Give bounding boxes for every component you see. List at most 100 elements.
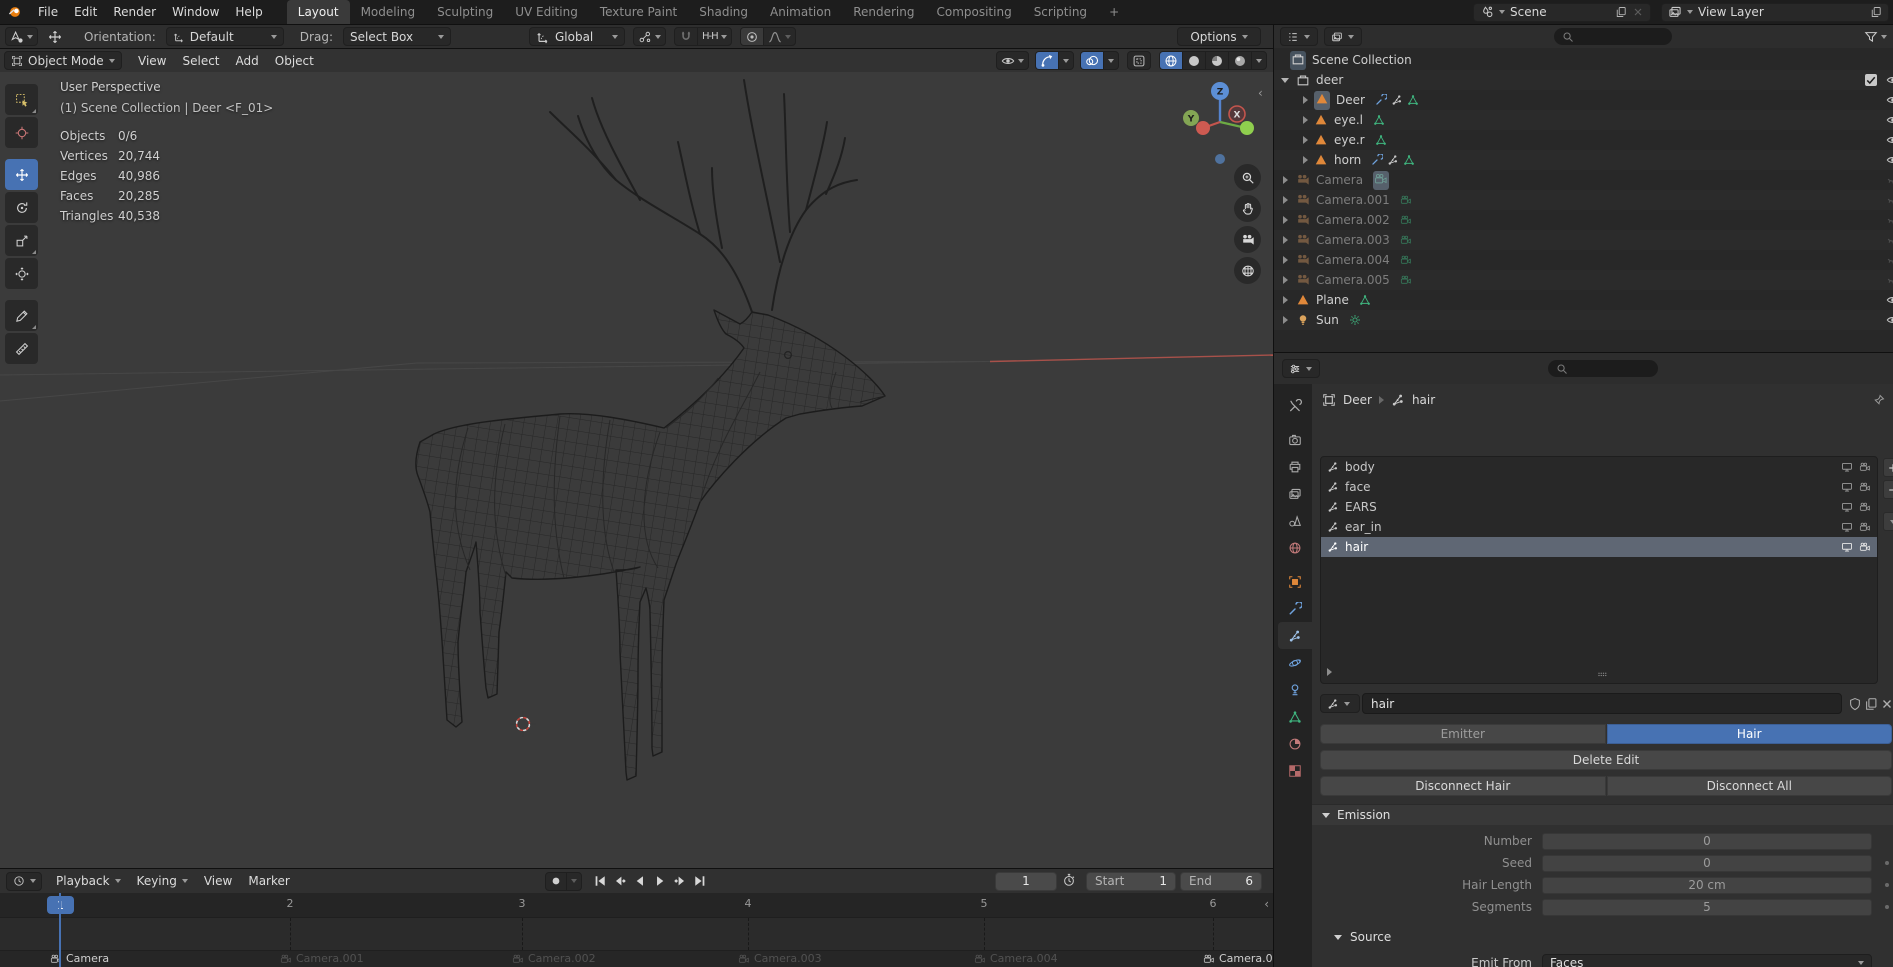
particle-settings-selector[interactable] (1320, 694, 1360, 713)
toggle-ortho-button[interactable] (1234, 257, 1261, 284)
list-item-face[interactable]: face (1321, 477, 1877, 497)
blender-logo-icon[interactable] (0, 5, 30, 19)
workspace-tab-compositing[interactable]: Compositing (925, 0, 1022, 24)
tab-view-layer[interactable] (1278, 480, 1312, 507)
timeline-collapse-arrow[interactable]: ‹ (1264, 897, 1269, 911)
timeline-editor-type[interactable] (6, 871, 42, 891)
proportional-falloff-dropdown[interactable] (764, 28, 795, 45)
render-visibility-icon[interactable] (1859, 461, 1871, 473)
marker-camera-4[interactable]: Camera.003 (738, 952, 822, 965)
outliner-row-eye-r[interactable]: eye.r (1274, 130, 1893, 150)
workspace-tab-animation[interactable]: Animation (759, 0, 842, 24)
viewport-visibility-icon[interactable] (1841, 481, 1853, 493)
workspace-tab-sculpting[interactable]: Sculpting (426, 0, 504, 24)
menu-file[interactable]: File (30, 2, 66, 22)
unlink-scene-icon[interactable] (1632, 6, 1644, 18)
workspace-tab-shading[interactable]: Shading (688, 0, 759, 24)
tool-rotate[interactable] (5, 192, 38, 223)
gizmo-dropdown[interactable] (1059, 52, 1073, 69)
hide-eye-closed-icon[interactable] (1886, 233, 1893, 247)
shading-material-button[interactable] (1206, 52, 1229, 69)
snap-increment[interactable]: H‑H (698, 28, 731, 45)
menu-object[interactable]: Object (267, 51, 322, 71)
show-gizmo-toggle[interactable] (1036, 52, 1059, 69)
timeline-marker-row[interactable]: Camera Camera.001 Camera.002 Camera.003 … (0, 950, 1273, 967)
hide-eye-icon[interactable] (1886, 73, 1893, 87)
transform-pivot-dropdown[interactable]: Global (528, 27, 625, 46)
playhead[interactable] (59, 893, 61, 967)
menu-help[interactable]: Help (227, 2, 270, 22)
hide-eye-closed-icon[interactable] (1886, 173, 1893, 187)
xray-toggle[interactable] (1128, 52, 1150, 69)
outliner-row-eye-l[interactable]: eye.l (1274, 110, 1893, 130)
marker-camera-6[interactable]: Camera.0 (1203, 952, 1273, 965)
prev-keyframe-button[interactable] (611, 873, 629, 890)
auto-keying-dropdown[interactable] (567, 873, 581, 890)
properties-editor-type[interactable] (1282, 359, 1320, 378)
hide-eye-icon[interactable] (1886, 313, 1893, 327)
move-gizmo-icon[interactable] (44, 27, 66, 46)
active-tool-selector[interactable] (5, 27, 38, 46)
outliner-row-scene-collection[interactable]: Scene Collection (1274, 50, 1893, 70)
breadcrumb-system[interactable]: hair (1412, 393, 1435, 407)
hide-eye-closed-icon[interactable] (1886, 273, 1893, 287)
proportional-editing-toggle[interactable] (740, 28, 764, 45)
render-visibility-icon[interactable] (1859, 541, 1871, 553)
viewport-visibility-icon[interactable] (1841, 541, 1853, 553)
timeline-ruler[interactable]: 1 2 3 4 5 6 ‹ (0, 893, 1273, 917)
viewport-visibility-icon[interactable] (1841, 461, 1853, 473)
overlays-dropdown[interactable] (1104, 52, 1118, 69)
render-visibility-icon[interactable] (1859, 501, 1871, 513)
timeline-track-area[interactable] (0, 917, 1273, 950)
outliner-row-camera-004[interactable]: Camera.004 (1274, 250, 1893, 270)
outliner-row-camera-002[interactable]: Camera.002 (1274, 210, 1893, 230)
orientation-dropdown[interactable]: Default (165, 27, 284, 46)
scene-selector[interactable]: Scene (1473, 2, 1651, 22)
3d-viewport[interactable]: User Perspective (1) Scene Collection | … (0, 72, 1273, 868)
list-item-ear-in[interactable]: ear_in (1321, 517, 1877, 537)
disconnect-all-button[interactable]: Disconnect All (1606, 776, 1892, 796)
fake-user-shield-icon[interactable] (1848, 697, 1862, 711)
tool-scale[interactable] (5, 225, 38, 256)
properties-search-input[interactable] (1547, 360, 1658, 377)
options-dropdown[interactable]: Options (1177, 27, 1261, 46)
tab-object[interactable] (1278, 568, 1312, 595)
play-reverse-button[interactable] (631, 873, 649, 890)
outliner-row-horn[interactable]: horn (1274, 150, 1893, 170)
show-gizmo-eye-toggle[interactable] (997, 52, 1028, 69)
expand-arrow-icon[interactable] (1303, 96, 1308, 104)
use-preview-range-icon[interactable] (1062, 873, 1076, 890)
menu-view-timeline[interactable]: View (196, 871, 240, 891)
shading-solid-button[interactable] (1183, 52, 1206, 69)
viewport-visibility-icon[interactable] (1841, 501, 1853, 513)
shading-dropdown[interactable] (1252, 52, 1266, 69)
tab-scene[interactable] (1278, 507, 1312, 534)
outliner-row-camera-001[interactable]: Camera.001 (1274, 190, 1893, 210)
marker-camera-5[interactable]: Camera.004 (974, 952, 1058, 965)
list-resize-grip[interactable] (1596, 668, 1608, 680)
particle-name-field[interactable]: hair (1362, 693, 1842, 714)
hide-eye-closed-icon[interactable] (1886, 213, 1893, 227)
pan-hand-button[interactable] (1234, 195, 1261, 222)
tab-render[interactable] (1278, 426, 1312, 453)
add-workspace-button[interactable]: + (1098, 0, 1130, 24)
workspace-tab-uv-editing[interactable]: UV Editing (504, 0, 589, 24)
particle-specials-menu[interactable] (1883, 512, 1893, 531)
tab-output[interactable] (1278, 453, 1312, 480)
hide-eye-closed-icon[interactable] (1886, 253, 1893, 267)
menu-render[interactable]: Render (105, 2, 164, 22)
tab-tool[interactable] (1278, 392, 1312, 419)
outliner-filter-dropdown[interactable] (1864, 30, 1887, 44)
copy-datablock-icon[interactable] (1864, 697, 1878, 711)
tab-material[interactable] (1278, 730, 1312, 757)
render-visibility-icon[interactable] (1859, 481, 1871, 493)
hide-eye-icon[interactable] (1886, 153, 1893, 167)
frame-end-field[interactable]: End 6 (1180, 871, 1262, 891)
segments-field[interactable]: 5 (1542, 898, 1872, 916)
tab-world[interactable] (1278, 534, 1312, 561)
current-frame-field[interactable]: 1 (995, 871, 1057, 891)
menu-marker[interactable]: Marker (240, 871, 297, 891)
outliner-row-deer-object[interactable]: Deer (1274, 90, 1893, 110)
outliner-row-camera[interactable]: Camera (1274, 170, 1893, 190)
marker-camera-2[interactable]: Camera.001 (280, 952, 364, 965)
